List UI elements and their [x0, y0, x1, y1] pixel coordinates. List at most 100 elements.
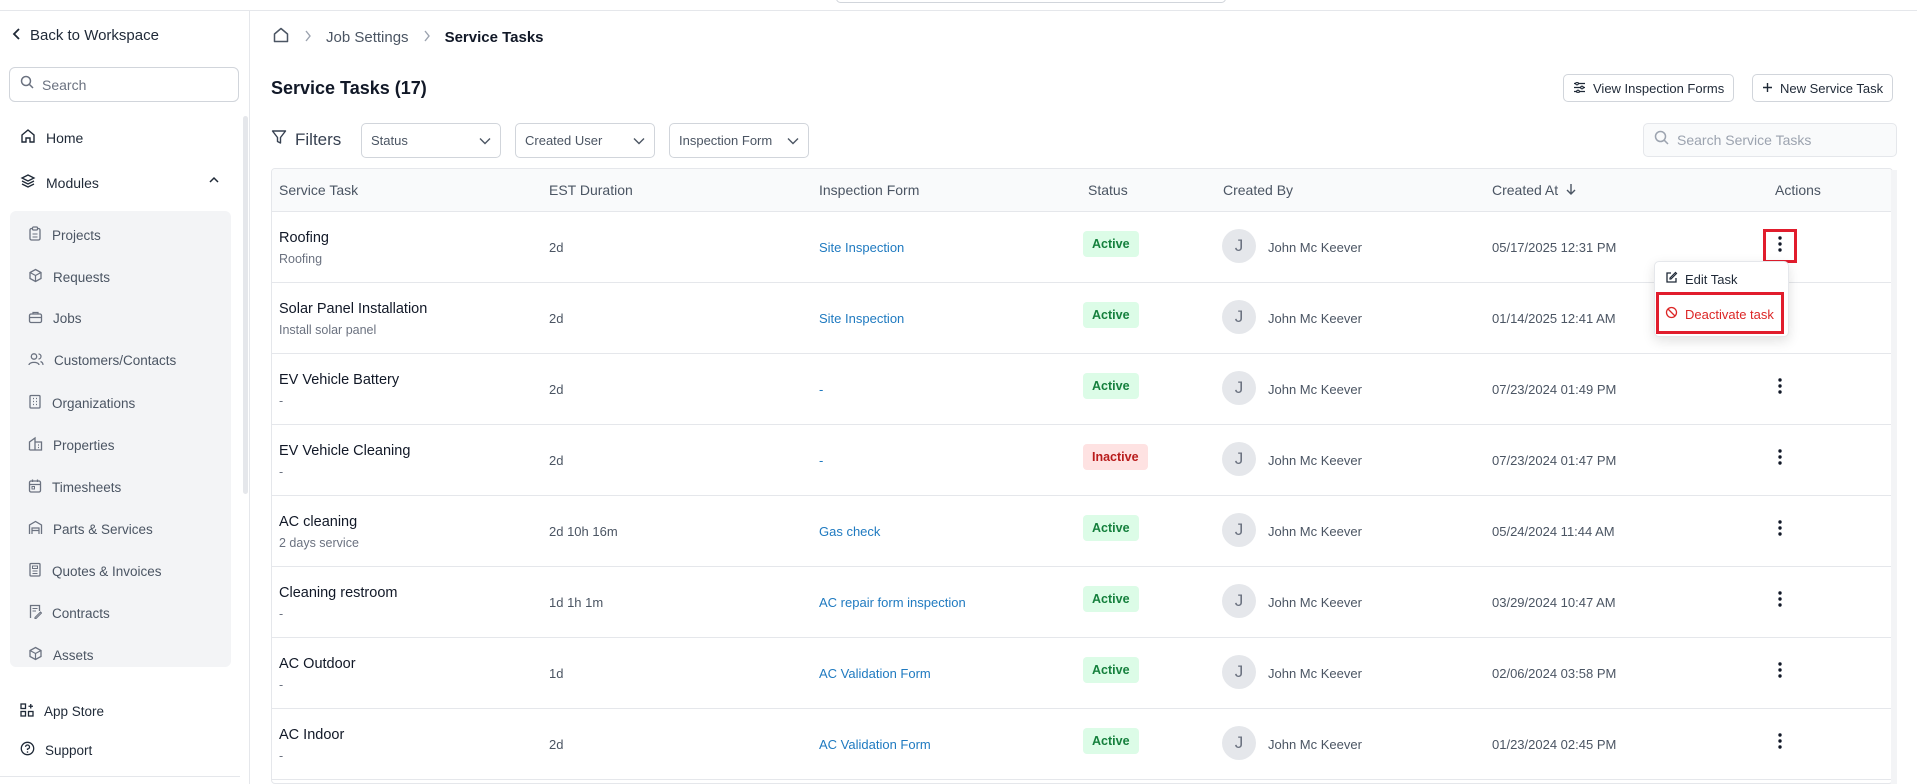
contract-icon [28, 604, 43, 622]
status-badge: Active [1083, 231, 1139, 257]
row-actions-button[interactable] [1763, 371, 1797, 405]
header-created-at[interactable]: Created At [1492, 182, 1576, 198]
status-badge: Active [1083, 728, 1139, 754]
created-by: John Mc Keever [1268, 311, 1362, 326]
divider [0, 776, 240, 777]
header-created-by[interactable]: Created By [1223, 182, 1293, 198]
sidebar-item-home[interactable]: Home [20, 128, 83, 147]
created-by: John Mc Keever [1268, 240, 1362, 255]
row-actions-button[interactable] [1763, 584, 1797, 618]
table-search-input[interactable] [1677, 132, 1887, 148]
status-filter[interactable]: Status [361, 123, 501, 158]
table-row[interactable]: Cleaning restroom - 1d 1h 1m AC repair form… [272, 567, 1892, 638]
sidebar-search-input[interactable] [42, 76, 222, 93]
created-by: John Mc Keever [1268, 666, 1362, 681]
more-vertical-icon [1778, 732, 1782, 754]
sidebar-scrollbar[interactable] [243, 116, 248, 494]
table-row[interactable]: AC cleaning 2 days service 2d 10h 16m Gas c… [272, 496, 1892, 567]
inspection-form-link[interactable]: Gas check [819, 524, 880, 539]
sidebar-item-label: Contracts [52, 605, 110, 621]
avatar: J [1222, 371, 1256, 405]
inspection-form-link[interactable]: AC Validation Form [819, 666, 931, 681]
header-status[interactable]: Status [1088, 182, 1128, 198]
avatar: J [1222, 300, 1256, 334]
created-by: John Mc Keever [1268, 737, 1362, 752]
inspection-form-link[interactable]: AC Validation Form [819, 737, 931, 752]
apps-icon [20, 703, 34, 720]
sidebar-item-support[interactable]: Support [20, 741, 92, 759]
arrow-down-icon[interactable] [1566, 182, 1576, 198]
row-actions-button[interactable] [1763, 655, 1797, 689]
sidebar-item-assets[interactable]: Assets [28, 646, 94, 664]
breadcrumb-job-settings[interactable]: Job Settings [326, 29, 409, 46]
sidebar-item-parts-services[interactable]: Parts & Services [28, 520, 153, 538]
created-user-filter-value: Created User [525, 133, 603, 148]
header-actions: Actions [1775, 182, 1821, 198]
table-row[interactable]: AC Indoor - 2d AC Validation Form Active J Joh… [272, 709, 1892, 780]
inspection-form-filter[interactable]: Inspection Form [669, 123, 809, 158]
table-search[interactable] [1643, 123, 1897, 157]
view-inspection-forms-button[interactable]: View Inspection Forms [1563, 74, 1735, 102]
header-service-task[interactable]: Service Task [279, 182, 358, 198]
created-at: 05/17/2025 12:31 PM [1492, 240, 1617, 255]
top-search-pill[interactable] [836, 0, 1226, 3]
row-actions-button[interactable] [1763, 726, 1797, 760]
row-actions-button[interactable] [1763, 229, 1797, 263]
header-est-duration[interactable]: EST Duration [549, 182, 633, 198]
calendar-icon [28, 478, 42, 496]
sidebar: Back to Workspace Home Modules Projects … [0, 11, 250, 784]
edit-task-menu-item[interactable]: Edit Task [1665, 271, 1738, 287]
status-badge: Active [1083, 586, 1139, 612]
task-description: 2 days service [279, 536, 359, 550]
status-badge: Active [1083, 657, 1139, 683]
sidebar-item-jobs[interactable]: Jobs [28, 310, 82, 327]
inspection-form-link[interactable]: - [819, 382, 823, 397]
page-title: Service Tasks (17) [271, 78, 427, 98]
sidebar-search[interactable] [9, 67, 239, 102]
new-service-task-button[interactable]: New Service Task [1752, 74, 1894, 102]
status-filter-value: Status [371, 133, 408, 148]
inspection-form-link[interactable]: - [819, 453, 823, 468]
avatar: J [1222, 229, 1256, 263]
home-icon[interactable] [272, 26, 290, 48]
sidebar-item-app-store[interactable]: App Store [20, 703, 104, 720]
sidebar-item-organizations[interactable]: Organizations [28, 394, 135, 412]
created-user-filter[interactable]: Created User [515, 123, 655, 158]
sidebar-item-label: Support [45, 742, 93, 758]
sidebar-item-label: Modules [46, 174, 99, 191]
warehouse-icon [28, 520, 43, 538]
sidebar-modules-toggle[interactable]: Modules [20, 173, 220, 192]
table-row[interactable]: EV Vehicle Cleaning - 2d - Inactive J John Mc … [272, 425, 1892, 496]
inspection-form-link[interactable]: Site Inspection [819, 311, 904, 326]
sidebar-item-customers-contacts[interactable]: Customers/Contacts [28, 352, 176, 369]
sidebar-item-requests[interactable]: Requests [28, 268, 110, 286]
created-at: 05/24/2024 11:44 AM [1492, 524, 1615, 539]
table-scrollbar[interactable] [1891, 170, 1897, 784]
table-row[interactable]: AC Outdoor - 1d AC Validation Form Active J Jo… [272, 638, 1892, 709]
created-at: 03/29/2024 10:47 AM [1492, 595, 1616, 610]
sidebar-item-quotes-invoices[interactable]: Quotes & Invoices [28, 562, 162, 580]
cube-icon [28, 646, 43, 664]
sidebar-item-label: Parts & Services [53, 521, 153, 537]
briefcase-icon [28, 310, 43, 327]
sidebar-item-projects[interactable]: Projects [28, 226, 101, 244]
header-inspection-form[interactable]: Inspection Form [819, 182, 919, 198]
table-row[interactable]: Solar Panel Installation Install solar pa… [272, 283, 1892, 354]
inspection-form-link[interactable]: AC repair form inspection [819, 595, 966, 610]
sidebar-item-properties[interactable]: Properties [28, 436, 115, 454]
task-name: AC cleaning [279, 514, 358, 530]
row-actions-button[interactable] [1763, 442, 1797, 476]
row-actions-button[interactable] [1763, 513, 1797, 547]
sidebar-item-label: Quotes & Invoices [52, 563, 162, 579]
sidebar-item-timesheets[interactable]: Timesheets [28, 478, 121, 496]
task-name: AC Indoor [279, 727, 345, 743]
table-row[interactable]: EV Vehicle Battery - 2d - Active J John Mc Kee… [272, 354, 1892, 425]
task-name: EV Vehicle Cleaning [279, 443, 411, 459]
inspection-form-link[interactable]: Site Inspection [819, 240, 904, 255]
sidebar-item-contracts[interactable]: Contracts [28, 604, 110, 622]
table-row[interactable]: Roofing Roofing 2d Site Inspection Active J Jo… [272, 212, 1892, 283]
task-description: - [279, 394, 284, 408]
list-filter-icon [1573, 81, 1586, 96]
created-by: John Mc Keever [1268, 453, 1362, 468]
back-to-workspace-link[interactable]: Back to Workspace [12, 27, 159, 44]
